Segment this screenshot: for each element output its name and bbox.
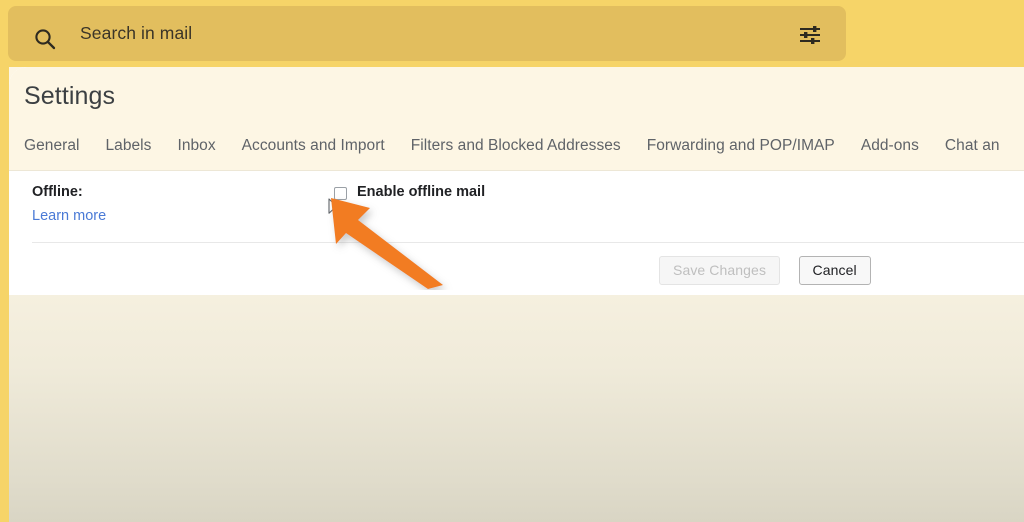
left-edge-strip [0,60,9,522]
tab-accounts-and-import[interactable]: Accounts and Import [242,137,385,155]
tab-forwarding-and-pop-imap[interactable]: Forwarding and POP/IMAP [647,137,835,155]
offline-label: Offline: [32,184,83,200]
top-bar: Search in mail [0,0,1024,67]
section-divider [32,242,1024,243]
settings-tabs: General Labels Inbox Accounts and Import… [24,137,1000,155]
gmail-settings-screen: Search in mail Settings General Labels I… [0,0,1024,522]
tab-filters-and-blocked-addresses[interactable]: Filters and Blocked Addresses [411,137,621,155]
tab-general[interactable]: General [24,137,80,155]
tab-labels[interactable]: Labels [106,137,152,155]
page-title: Settings [24,82,116,110]
save-changes-button[interactable]: Save Changes [659,256,781,285]
tab-chat-and-meet[interactable]: Chat an [945,137,1000,155]
filter-options-icon[interactable] [798,24,822,46]
search-icon [33,27,57,51]
learn-more-link[interactable]: Learn more [32,208,106,224]
cancel-button[interactable]: Cancel [798,256,871,285]
tab-inbox[interactable]: Inbox [177,137,215,155]
settings-header: Settings General Labels Inbox Accounts a… [9,67,1024,171]
settings-content: Offline: Learn more Enable offline mail … [9,171,1024,295]
enable-offline-mail-checkbox[interactable] [334,187,347,200]
search-bar[interactable]: Search in mail [8,6,846,61]
enable-offline-mail-label[interactable]: Enable offline mail [357,184,485,200]
action-buttons: Save Changes Cancel [659,256,871,285]
settings-panel: Settings General Labels Inbox Accounts a… [9,67,1024,295]
search-input-placeholder[interactable]: Search in mail [80,6,192,61]
tab-add-ons[interactable]: Add-ons [861,137,919,155]
